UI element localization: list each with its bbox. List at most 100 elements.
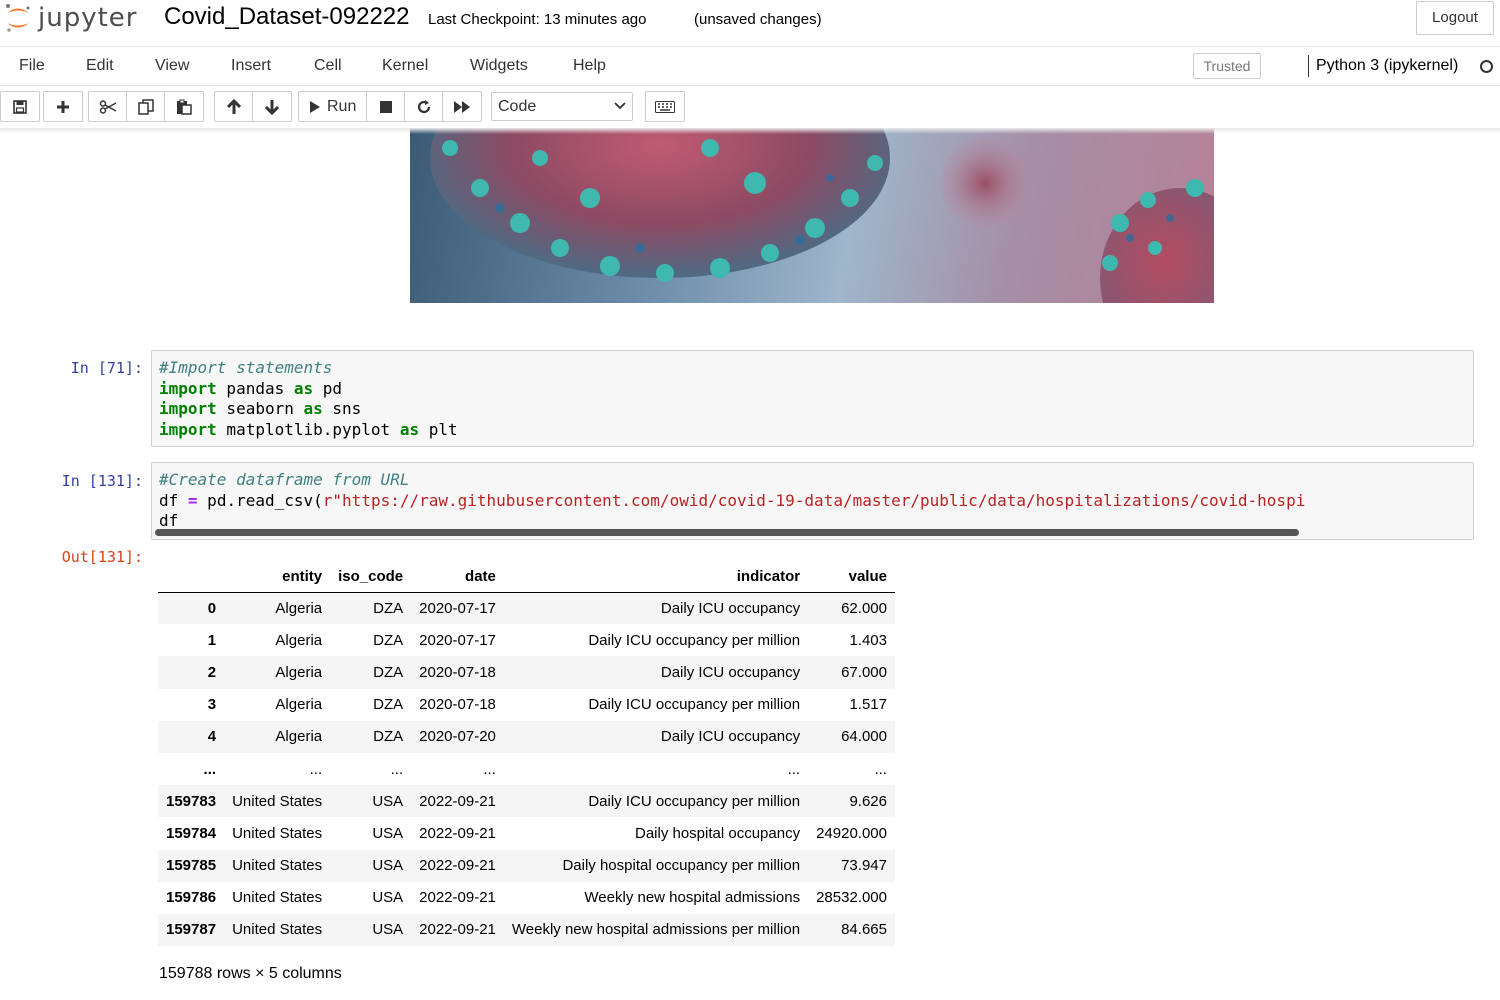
- save-icon: [13, 99, 27, 114]
- code-token: as: [293, 378, 314, 398]
- value-cell: 84.665: [841, 921, 887, 939]
- menu-help[interactable]: Help: [573, 57, 606, 75]
- row-index: 159787: [166, 921, 217, 939]
- code-token: #Import statements: [159, 358, 333, 377]
- code-cell-imports[interactable]: #Import statements import pandas as pd imp…: [151, 350, 1474, 447]
- menu-edit[interactable]: Edit: [86, 57, 114, 75]
- indicator-cell: Daily hospital occupancy: [634, 824, 801, 842]
- dataframe-output: entity iso_code date indicator value 0 Algeri…: [158, 561, 895, 947]
- logout-button[interactable]: Logout: [1416, 1, 1494, 35]
- run-group: Run: [298, 91, 483, 122]
- keyboard-group: [645, 91, 685, 122]
- menu-kernel[interactable]: Kernel: [382, 57, 428, 75]
- trusted-indicator[interactable]: Trusted: [1193, 53, 1261, 79]
- paste-button[interactable]: [165, 92, 203, 121]
- restart-run-all-button[interactable]: [443, 92, 481, 121]
- date-cell: 2022-09-21: [419, 921, 496, 939]
- code-line: import seaborn as sns: [152, 399, 1473, 420]
- insert-cell-button[interactable]: [44, 92, 82, 121]
- code-token: as: [303, 399, 323, 418]
- restart-icon: [417, 99, 430, 113]
- run-label: Run: [327, 97, 357, 115]
- indicator-cell: Daily ICU occupancy: [660, 728, 801, 746]
- restart-button[interactable]: [405, 92, 444, 121]
- menu-cell[interactable]: Cell: [314, 57, 342, 75]
- run-button[interactable]: Run: [299, 92, 368, 121]
- code-token: r"https://raw.githubusercontent.com/owid…: [322, 490, 1306, 510]
- toolbar-shadow: [0, 128, 1500, 134]
- table-row: 159784 United States USA 2022-09-21 Daily ho…: [158, 817, 895, 849]
- table-row: ..................: [158, 753, 895, 785]
- paste-icon: [177, 99, 192, 115]
- iso-code-cell: USA: [372, 889, 404, 907]
- save-group: [0, 91, 40, 122]
- entity-cell: United States: [232, 857, 323, 875]
- value-header: value: [808, 561, 895, 593]
- toolbar: Run: [0, 86, 1500, 128]
- value-cell: 73.947: [841, 857, 887, 875]
- stop-icon: [379, 100, 392, 113]
- indicator-cell: Daily ICU occupancy: [660, 599, 801, 617]
- entity-cell: United States: [232, 824, 323, 842]
- kernel-name[interactable]: Python 3 (ipykernel): [1316, 57, 1458, 75]
- copy-button[interactable]: [127, 92, 165, 121]
- value-cell: 64.000: [841, 728, 887, 746]
- code-token: #Create dataframe from URL: [159, 470, 410, 489]
- entity-cell: United States: [232, 792, 323, 810]
- iso-code-cell: DZA: [373, 728, 404, 746]
- table-row: 2 Algeria DZA 2020-07-18 Daily ICU occupancy…: [158, 656, 895, 689]
- iso-code-cell: DZA: [373, 663, 404, 681]
- value-cell: 24920.000: [816, 824, 887, 842]
- value-cell: 1.517: [849, 696, 887, 714]
- interrupt-button[interactable]: [367, 92, 406, 121]
- code-token: as: [399, 419, 420, 439]
- fast-forward-icon: [454, 100, 471, 113]
- code-token: import: [159, 399, 217, 418]
- cell-1-prompt: In [71]:: [70, 359, 143, 377]
- menu-view[interactable]: View: [155, 57, 189, 75]
- date-cell: 2020-07-18: [419, 663, 496, 681]
- code-line: import pandas as pd: [152, 379, 1473, 400]
- indicator-cell: Daily ICU occupancy: [660, 663, 801, 681]
- clipboard-group: [88, 91, 204, 122]
- command-palette-button[interactable]: [646, 92, 684, 121]
- value-cell: 28532.000: [816, 889, 887, 907]
- table-row: 1 Algeria DZA 2020-07-17 Daily ICU occupancy…: [158, 624, 895, 656]
- autosave-status: (unsaved changes): [694, 11, 822, 28]
- row-index: 159786: [166, 889, 217, 907]
- entity-cell: United States: [232, 889, 323, 907]
- save-button[interactable]: [1, 92, 39, 121]
- menu-insert[interactable]: Insert: [231, 57, 271, 75]
- value-cell: 62.000: [841, 599, 887, 617]
- move-group: [214, 91, 292, 122]
- iso-code-cell: USA: [372, 857, 404, 875]
- indicator-cell: ...: [787, 760, 801, 778]
- notebook-name[interactable]: Covid_Dataset-092222: [164, 3, 410, 31]
- table-row: 159786 United States USA 2022-09-21 Weekly n…: [158, 882, 895, 914]
- move-down-button[interactable]: [253, 92, 291, 121]
- jupyter-logo[interactable]: jupyter: [4, 1, 137, 35]
- row-index: ...: [203, 760, 217, 778]
- menu-file[interactable]: File: [19, 57, 45, 75]
- row-index: 159783: [166, 792, 217, 810]
- entity-cell: Algeria: [275, 728, 323, 746]
- indicator-cell: Daily ICU occupancy per million: [588, 792, 801, 810]
- code-token: sns: [322, 399, 362, 418]
- cut-button[interactable]: [89, 92, 127, 121]
- date-cell: 2020-07-20: [419, 728, 496, 746]
- horizontal-scrollbar[interactable]: [155, 529, 1299, 536]
- cell-type-select[interactable]: Code: [491, 92, 633, 121]
- row-index: 159785: [166, 857, 217, 875]
- date-cell: 2022-09-21: [419, 792, 496, 810]
- keyboard-icon: [655, 100, 675, 113]
- code-line: df = pd.read_csv(r"https://raw.githubuse…: [152, 491, 1473, 512]
- menu-widgets[interactable]: Widgets: [470, 57, 528, 75]
- cell-2-prompt: In [131]:: [61, 472, 143, 490]
- move-up-button[interactable]: [215, 92, 253, 121]
- table-row: 0 Algeria DZA 2020-07-17 Daily ICU occupancy…: [158, 592, 895, 625]
- value-cell: 1.403: [849, 631, 887, 649]
- arrow-up-icon: [226, 98, 241, 114]
- entity-cell: United States: [232, 921, 323, 939]
- kernel-idle-icon: [1480, 60, 1493, 73]
- table-row: 4 Algeria DZA 2020-07-20 Daily ICU occupancy…: [158, 720, 895, 753]
